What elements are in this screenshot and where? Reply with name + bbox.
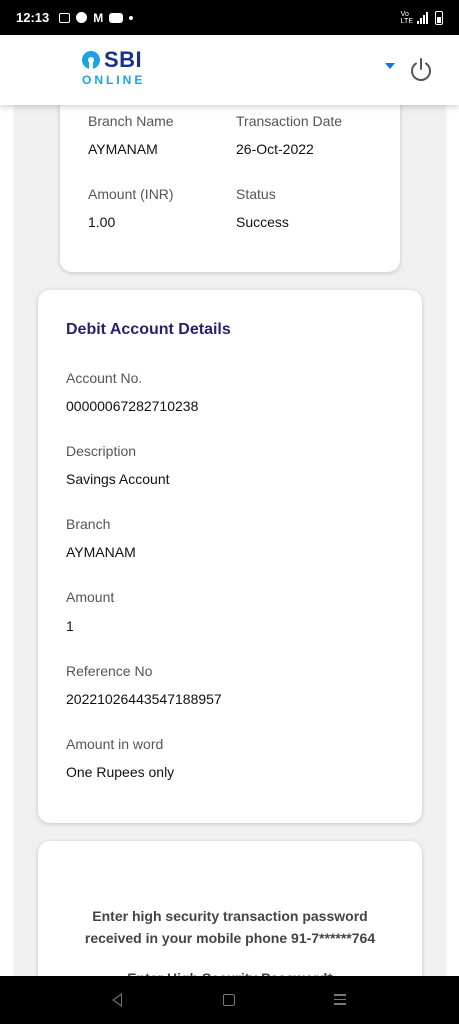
otp-instruction: Enter high security transaction password…: [38, 905, 422, 949]
home-icon[interactable]: [223, 994, 235, 1006]
recent-apps-icon[interactable]: [334, 994, 346, 1006]
amount-in-word-label: Amount in word: [66, 736, 164, 752]
amount-in-word-value: One Rupees only: [66, 764, 175, 780]
account-no-value: 00000067282710238: [66, 398, 199, 414]
branch-name-value: AYMANAM: [88, 141, 158, 157]
reference-no-value: 20221026443547188957: [66, 691, 222, 707]
dot-icon: [129, 15, 134, 20]
power-icon[interactable]: [408, 57, 434, 83]
account-no-label: Account No.: [66, 370, 143, 386]
otp-instruction-line1: Enter high security transaction password: [92, 908, 368, 924]
otp-instruction-line2: received in your mobile phone 91-7******…: [84, 930, 376, 946]
notification-icons: M: [59, 10, 134, 25]
logo-sbi-text: SBI: [104, 47, 143, 72]
dropdown-caret-icon[interactable]: [385, 63, 395, 69]
app-header: SBI ONLINE: [0, 35, 459, 105]
sbi-logo: SBI ONLINE: [82, 49, 145, 87]
status-right-icons: Vo LTE: [400, 10, 443, 25]
circle-app-icon: [76, 12, 88, 23]
status-bar: 12:13 M Vo LTE: [0, 0, 459, 35]
status-value: Success: [236, 214, 289, 230]
amount-inr-value: 1.00: [88, 214, 116, 230]
back-icon[interactable]: [112, 993, 122, 1007]
branch-label: Branch: [66, 516, 111, 532]
description-label: Description: [66, 443, 137, 459]
debit-account-card: Debit Account Details Account No. 000000…: [38, 290, 422, 823]
amount-inr-label: Amount (INR): [88, 186, 174, 202]
branch-name-label: Branch Name: [88, 113, 174, 129]
youtube-icon: [109, 12, 124, 23]
transaction-date-label: Transaction Date: [236, 113, 343, 129]
status-time: 12:13: [16, 10, 50, 25]
transaction-summary-card: Branch Name AYMANAM Transaction Date 26-…: [60, 105, 400, 272]
branch-value: AYMANAM: [66, 544, 136, 560]
reference-no-label: Reference No: [66, 663, 153, 679]
volte-icon: Vo LTE: [400, 10, 413, 25]
message-icon: [59, 12, 71, 23]
otp-field-label: Enter High Security Password*: [38, 967, 422, 976]
status-label: Status: [236, 186, 276, 202]
signal-icon: [417, 11, 428, 24]
amount-value: 1: [66, 618, 74, 634]
content-area[interactable]: Branch Name AYMANAM Transaction Date 26-…: [0, 105, 459, 976]
amount-label: Amount: [66, 589, 115, 605]
description-value: Savings Account: [66, 471, 170, 487]
transaction-date-value: 26-Oct-2022: [236, 141, 314, 157]
logo-online-text: ONLINE: [82, 73, 146, 87]
sbi-logo-icon: [82, 51, 100, 69]
debit-section-title: Debit Account Details: [66, 321, 231, 338]
gmail-icon: M: [93, 10, 104, 25]
otp-card: Enter high security transaction password…: [38, 841, 422, 976]
system-nav-bar: [0, 976, 459, 1024]
battery-icon: [435, 10, 443, 25]
